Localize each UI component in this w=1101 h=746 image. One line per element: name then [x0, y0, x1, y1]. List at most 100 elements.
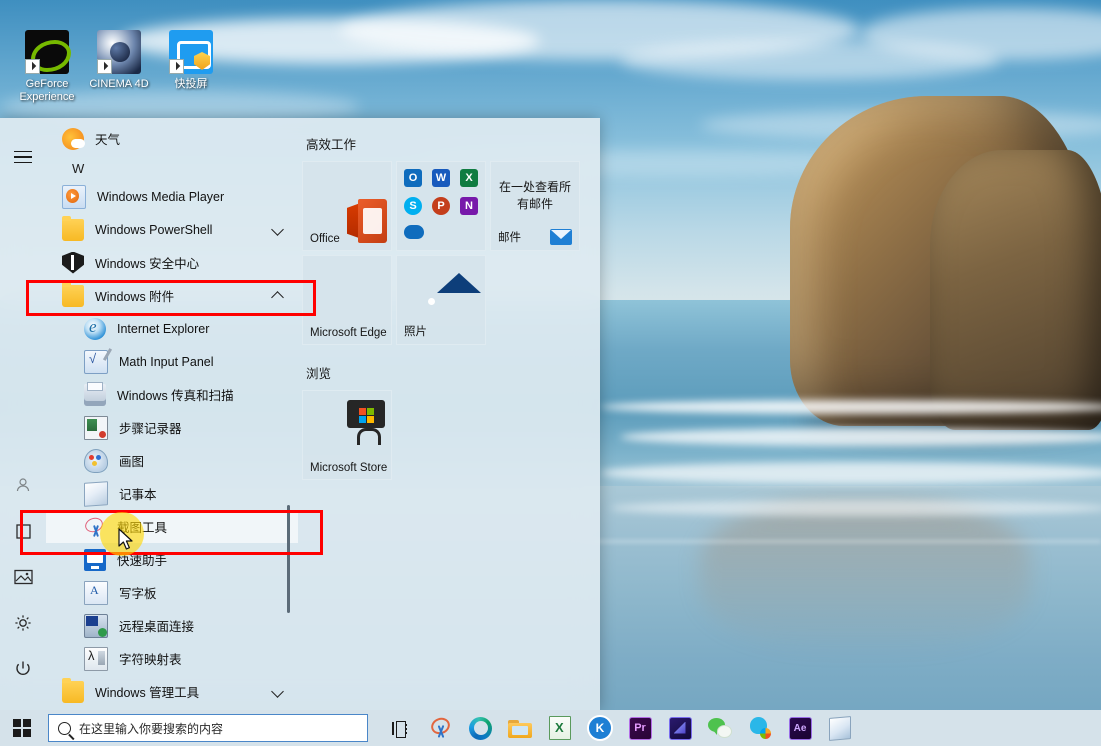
tile-microsoft-edge[interactable]: Microsoft Edge [302, 255, 392, 345]
file-explorer-taskbar-button[interactable] [500, 710, 540, 746]
desktop-icon-label: 快投屏 [174, 78, 208, 90]
search-input[interactable]: 在这里输入你要搜索的内容 [48, 714, 368, 742]
app-list-item[interactable]: Windows 传真和扫描 [46, 378, 298, 411]
app-list-item[interactable]: 步骤记录器 [46, 411, 298, 444]
folder-icon [62, 215, 84, 241]
start-menu-app-list[interactable]: 天气 W Windows Media Player Windows PowerS… [46, 118, 298, 710]
audition-taskbar-button[interactable] [660, 710, 700, 746]
surf-line [620, 428, 1101, 446]
start-menu-tiles: 高效工作 Office O W X S P N 在一处查看所有邮件 邮件 Mic… [298, 118, 600, 710]
snipping-tool-taskbar-button[interactable] [420, 710, 460, 746]
app-list-item-label: Internet Explorer [117, 321, 210, 336]
app-list-item[interactable]: Windows Media Player [46, 180, 298, 213]
power-icon[interactable] [0, 646, 46, 692]
chevron-down-icon [271, 223, 284, 236]
tile-row: Microsoft Edge 照片 [302, 255, 600, 349]
tile-mail[interactable]: 在一处查看所有邮件 邮件 [490, 161, 580, 251]
microsoft-edge-taskbar-button[interactable] [460, 710, 500, 746]
onedrive-icon [404, 225, 424, 239]
tile-office[interactable]: Office [302, 161, 392, 251]
search-icon[interactable] [49, 721, 79, 735]
rock-reflection [700, 500, 1030, 650]
app-list-item[interactable]: 画图 [46, 444, 298, 477]
app-list-item-snipping-tool[interactable]: 截图工具 [46, 510, 298, 543]
app-list-item-folder-accessories[interactable]: Windows 附件 [46, 279, 298, 312]
tile-row: Office O W X S P N 在一处查看所有邮件 邮件 [302, 161, 600, 255]
desktop-icon-label: CINEMA 4D [89, 78, 149, 90]
start-menu-rail [0, 118, 46, 710]
character-map-icon [84, 646, 108, 671]
wordpad-icon [84, 580, 108, 605]
steps-recorder-icon [84, 415, 108, 440]
task-view-button[interactable] [380, 710, 420, 746]
desktop-icon-cast-screen[interactable]: 快投屏 [148, 30, 234, 91]
fax-scan-icon [84, 381, 106, 406]
app-list-item-label: Windows 传真和扫描 [117, 389, 234, 403]
app-list-item[interactable]: 写字板 [46, 576, 298, 609]
excel-icon: X [460, 169, 478, 187]
math-input-panel-icon [84, 349, 108, 374]
powerpoint-icon: P [432, 197, 450, 215]
notepad-taskbar-button[interactable] [820, 710, 860, 746]
app-list-letter-header[interactable]: W [46, 155, 298, 180]
app-list-item[interactable]: 天气 [46, 122, 298, 155]
documents-icon[interactable] [0, 508, 46, 554]
hamburger-menu-icon[interactable] [0, 134, 46, 180]
app-list-item-folder[interactable]: Windows 管理工具 [46, 675, 298, 708]
snipping-tool-icon [83, 515, 106, 538]
app-list-item-label: 写字板 [119, 587, 157, 601]
after-effects-taskbar-button[interactable]: Ae [780, 710, 820, 746]
app-list-item-folder[interactable]: Windows PowerShell [46, 213, 298, 246]
app-list-item[interactable]: Math Input Panel [46, 345, 298, 378]
excel-taskbar-button[interactable] [540, 710, 580, 746]
tile-group-browse: 浏览 Microsoft Store [302, 363, 600, 484]
pictures-icon[interactable] [0, 554, 46, 600]
tile-office-apps[interactable]: O W X S P N [396, 161, 486, 251]
app-list-item-label: Math Input Panel [119, 354, 214, 369]
tile-row: Microsoft Store [302, 390, 600, 484]
folder-icon [62, 281, 84, 307]
tile-group-title[interactable]: 高效工作 [306, 134, 600, 153]
tile-microsoft-store[interactable]: Microsoft Store [302, 390, 392, 480]
cinema4d-icon [97, 30, 141, 74]
app-list-item[interactable]: 快速助手 [46, 543, 298, 576]
app-list-scrollbar[interactable] [287, 505, 290, 613]
app-list-item[interactable]: 字符映射表 [46, 642, 298, 675]
wechat-taskbar-button[interactable] [700, 710, 740, 746]
word-icon: W [432, 169, 450, 187]
chevron-down-icon [271, 685, 284, 698]
snipping-tool-icon [428, 715, 453, 739]
wechat-icon [708, 718, 732, 738]
file-explorer-icon [508, 719, 532, 738]
app-list-item-label: 远程桌面连接 [119, 620, 195, 634]
qq-taskbar-button[interactable] [740, 710, 780, 746]
premiere-taskbar-button[interactable]: Pr [620, 710, 660, 746]
envelope-icon [550, 229, 572, 245]
onenote-icon: N [460, 197, 478, 215]
taskbar-items: K Pr Ae [380, 710, 860, 746]
surf-line [610, 500, 1101, 516]
tile-group-title[interactable]: 浏览 [306, 363, 600, 382]
user-account-icon[interactable] [0, 462, 46, 508]
app-list-item[interactable]: 远程桌面连接 [46, 609, 298, 642]
start-button[interactable] [0, 710, 44, 746]
quick-assist-icon [84, 548, 106, 571]
folder-icon [62, 677, 84, 703]
app-list-item[interactable]: Windows 安全中心 [46, 246, 298, 279]
wallpaper-rock-secondary [930, 150, 1101, 430]
tile-label: 邮件 [498, 232, 521, 244]
surf-line [600, 400, 1101, 414]
office-apps-grid-icon: O W X S P N [404, 169, 478, 243]
premiere-icon: Pr [628, 716, 652, 740]
kugou-taskbar-button[interactable]: K [580, 710, 620, 746]
tile-photos[interactable]: 照片 [396, 255, 486, 345]
qq-icon [749, 717, 771, 739]
windows-logo-icon [13, 719, 31, 737]
excel-icon [549, 716, 571, 740]
start-menu: 天气 W Windows Media Player Windows PowerS… [0, 118, 600, 710]
gear-icon[interactable] [0, 600, 46, 646]
app-list-item[interactable]: Internet Explorer [46, 312, 298, 345]
app-list-item[interactable]: 记事本 [46, 477, 298, 510]
taskbar: 在这里输入你要搜索的内容 K Pr [0, 710, 1101, 746]
remote-desktop-icon [84, 613, 108, 638]
